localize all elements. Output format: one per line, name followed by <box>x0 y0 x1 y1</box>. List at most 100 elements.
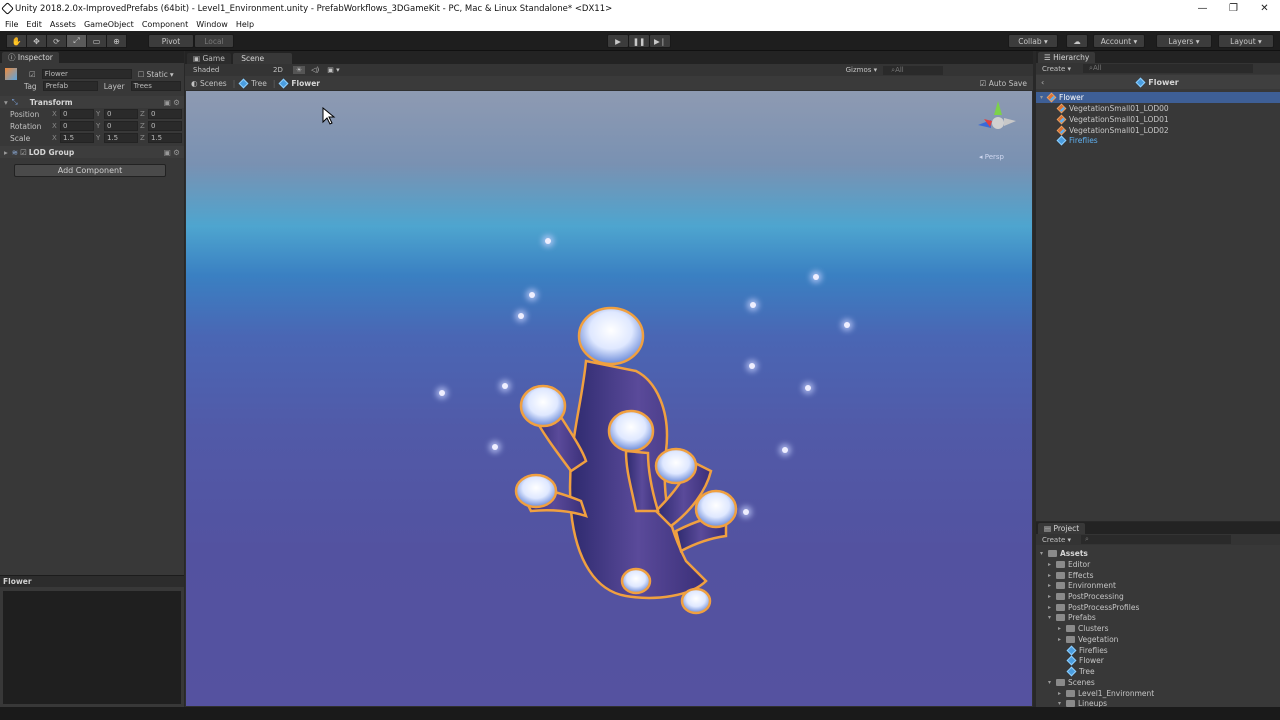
transform-tool-icon[interactable]: ⊕ <box>106 34 127 48</box>
project-search-input[interactable]: ⌕ <box>1081 535 1232 544</box>
firefly-particle <box>529 292 535 298</box>
firefly-particle <box>844 322 850 328</box>
static-checkbox[interactable]: ☐ <box>138 70 145 79</box>
folder-icon <box>1056 572 1065 579</box>
collab-dropdown[interactable]: Collab ▾ <box>1008 34 1058 48</box>
project-folder-prefabs[interactable]: ▾ Prefabs <box>1036 612 1096 623</box>
project-folder-vegetation[interactable]: ▸ Vegetation <box>1036 634 1118 645</box>
minimize-button[interactable]: — <box>1187 0 1218 17</box>
scene-search-input[interactable]: ⌕All <box>883 65 944 75</box>
cloud-button[interactable]: ☁ <box>1066 34 1088 48</box>
position-y[interactable]: 0 <box>104 109 138 119</box>
tab-project[interactable]: ▤ Project <box>1038 523 1086 534</box>
mouse-cursor-icon <box>322 107 336 125</box>
object-name-field[interactable]: Flower <box>41 69 132 79</box>
shading-dropdown[interactable]: Shaded <box>193 66 269 74</box>
close-button[interactable]: ✕ <box>1249 0 1280 17</box>
component-settings-icon[interactable]: ▣ ⚙ <box>164 148 180 157</box>
folder-icon <box>1056 604 1065 611</box>
project-prefab-flower[interactable]: Flower <box>1036 655 1104 666</box>
layers-label: Layers <box>1168 36 1194 46</box>
menu-gameobject[interactable]: GameObject <box>84 20 134 29</box>
project-panel: ▤ Project Create ▾ ⌕ ▾ Assets ▸ Editor ▸ Ef… <box>1036 522 1280 708</box>
tab-game[interactable]: ▣ Game <box>187 53 231 64</box>
scale-tool-icon[interactable]: ⤢ <box>66 34 87 48</box>
menu-assets[interactable]: Assets <box>50 20 76 29</box>
hierarchy-item-flower[interactable]: ▾ Flower <box>1036 92 1280 103</box>
rotation-z[interactable]: 0 <box>148 121 182 131</box>
rotation-x[interactable]: 0 <box>60 121 94 131</box>
tab-inspector[interactable]: ⓘ Inspector <box>2 52 59 63</box>
position-x[interactable]: 0 <box>60 109 94 119</box>
project-create-dropdown[interactable]: Create ▾ <box>1042 536 1071 544</box>
transform-tools: ✋ ✥ ⟳ ⤢ ▭ ⊕ <box>6 34 127 48</box>
breadcrumb-flower[interactable]: Flower <box>278 78 320 88</box>
rotate-tool-icon[interactable]: ⟳ <box>46 34 67 48</box>
layer-dropdown[interactable]: Trees <box>130 81 181 91</box>
play-button[interactable]: ▶ <box>607 34 629 48</box>
menu-help[interactable]: Help <box>236 20 254 29</box>
project-folder-clusters[interactable]: ▸ Clusters <box>1036 623 1109 634</box>
breadcrumb-tree[interactable]: Tree <box>238 78 267 88</box>
gizmos-dropdown[interactable]: Gizmos ▾ <box>846 66 878 74</box>
tab-hierarchy[interactable]: ☰ Hierarchy <box>1038 52 1096 63</box>
pivot-toggle[interactable]: Pivot <box>148 34 194 48</box>
hierarchy-search-input[interactable]: ⌕All <box>1083 64 1254 73</box>
lighting-toggle-icon[interactable]: ☀ <box>292 66 306 74</box>
scene-viewport[interactable]: ◂ Persp <box>186 91 1032 706</box>
account-dropdown[interactable]: Account ▾ <box>1093 34 1145 48</box>
tab-scene[interactable]: Scene <box>232 53 292 64</box>
position-label: Position <box>10 109 40 119</box>
menu-window[interactable]: Window <box>196 20 228 29</box>
auto-save-toggle[interactable]: ☑ Auto Save <box>980 79 1027 88</box>
active-checkbox[interactable]: ☑ <box>29 70 36 79</box>
project-prefab-tree[interactable]: Tree <box>1036 666 1095 677</box>
position-z[interactable]: 0 <box>148 109 182 119</box>
audio-toggle-icon[interactable]: ◁) <box>311 66 319 74</box>
lod-enabled-checkbox[interactable]: ☑ <box>20 148 27 157</box>
scale-y[interactable]: 1.5 <box>104 133 138 143</box>
mesh-icon <box>1056 103 1067 114</box>
project-folder-postprocessing[interactable]: ▸ PostProcessing <box>1036 591 1124 602</box>
scale-x[interactable]: 1.5 <box>60 133 94 143</box>
maximize-button[interactable]: ❐ <box>1218 0 1249 17</box>
project-folder-environment[interactable]: ▸ Environment <box>1036 580 1116 591</box>
prefab-icon <box>238 78 249 88</box>
back-arrow-icon[interactable]: ‹ <box>1041 78 1044 87</box>
firefly-particle <box>750 302 756 308</box>
hierarchy-create-dropdown[interactable]: Create ▾ <box>1042 65 1071 73</box>
mesh-icon <box>1056 125 1067 136</box>
layout-dropdown[interactable]: Layout ▾ <box>1218 34 1274 48</box>
menu-component[interactable]: Component <box>142 20 188 29</box>
rect-tool-icon[interactable]: ▭ <box>86 34 107 48</box>
local-toggle[interactable]: Local <box>194 34 234 48</box>
menu-file[interactable]: File <box>5 20 18 29</box>
static-label: Static <box>146 69 168 79</box>
hierarchy-item-lod00[interactable]: VegetationSmall01_LOD00 <box>1036 103 1169 114</box>
hierarchy-item-lod01[interactable]: VegetationSmall01_LOD01 <box>1036 114 1169 125</box>
firefly-particle <box>743 509 749 515</box>
breadcrumb-scenes[interactable]: ◐ Scenes <box>191 79 227 88</box>
layers-dropdown[interactable]: Layers ▾ <box>1156 34 1212 48</box>
step-button[interactable]: ▶❘ <box>649 34 671 48</box>
hierarchy-panel: ☰ Hierarchy Create ▾ ⌕All ‹ Flower ▾ Flow… <box>1036 51 1280 521</box>
effects-toggle-icon[interactable]: ▣ ▾ <box>327 66 339 74</box>
rotation-y[interactable]: 0 <box>104 121 138 131</box>
component-settings-icon[interactable]: ▣ ⚙ <box>164 98 180 107</box>
pause-button[interactable]: ❚❚ <box>628 34 650 48</box>
hand-tool-icon[interactable]: ✋ <box>6 34 27 48</box>
add-component-button[interactable]: Add Component <box>14 164 166 177</box>
status-bar <box>0 707 1280 720</box>
project-folder-editor[interactable]: ▸ Editor <box>1036 559 1090 570</box>
project-folder-scenes[interactable]: ▾ Scenes <box>1036 677 1095 688</box>
2d-toggle[interactable]: 2D <box>273 66 283 74</box>
lod-group-header[interactable]: ▸ ≋ ☑ LOD Group ▣ ⚙ <box>0 146 184 158</box>
move-tool-icon[interactable]: ✥ <box>26 34 47 48</box>
menu-edit[interactable]: Edit <box>26 20 42 29</box>
hierarchy-item-fireflies[interactable]: Fireflies <box>1036 135 1098 146</box>
project-assets-root[interactable]: ▾ Assets <box>1036 548 1088 559</box>
scale-z[interactable]: 1.5 <box>148 133 182 143</box>
persp-label[interactable]: ◂ Persp <box>979 153 1004 161</box>
transform-header[interactable]: ▾ ⤡ Transform ▣ ⚙ <box>0 96 184 108</box>
tag-dropdown[interactable]: Prefab <box>42 81 98 91</box>
